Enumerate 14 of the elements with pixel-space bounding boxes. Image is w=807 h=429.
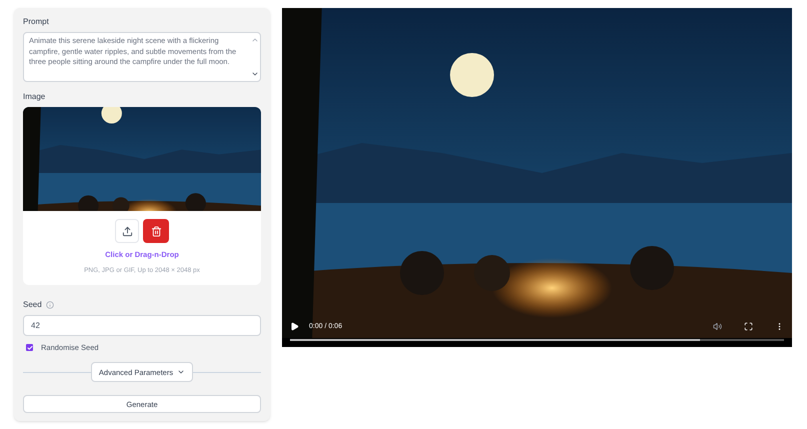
volume-icon[interactable] <box>713 322 722 332</box>
check-icon <box>26 344 32 351</box>
seed-field[interactable]: 42 <box>23 315 261 336</box>
randomise-checkbox[interactable] <box>26 344 33 352</box>
image-label: Image <box>23 91 46 103</box>
prompt-label: Prompt <box>23 16 50 28</box>
seed-label: Seed <box>23 299 42 311</box>
upload-button[interactable] <box>115 219 139 243</box>
delete-button[interactable] <box>143 219 169 243</box>
play-icon[interactable] <box>290 322 299 332</box>
trash-icon <box>150 226 162 236</box>
upload-icon <box>122 226 132 236</box>
scroll-down-icon[interactable] <box>251 70 259 78</box>
fullscreen-icon[interactable] <box>744 322 753 332</box>
